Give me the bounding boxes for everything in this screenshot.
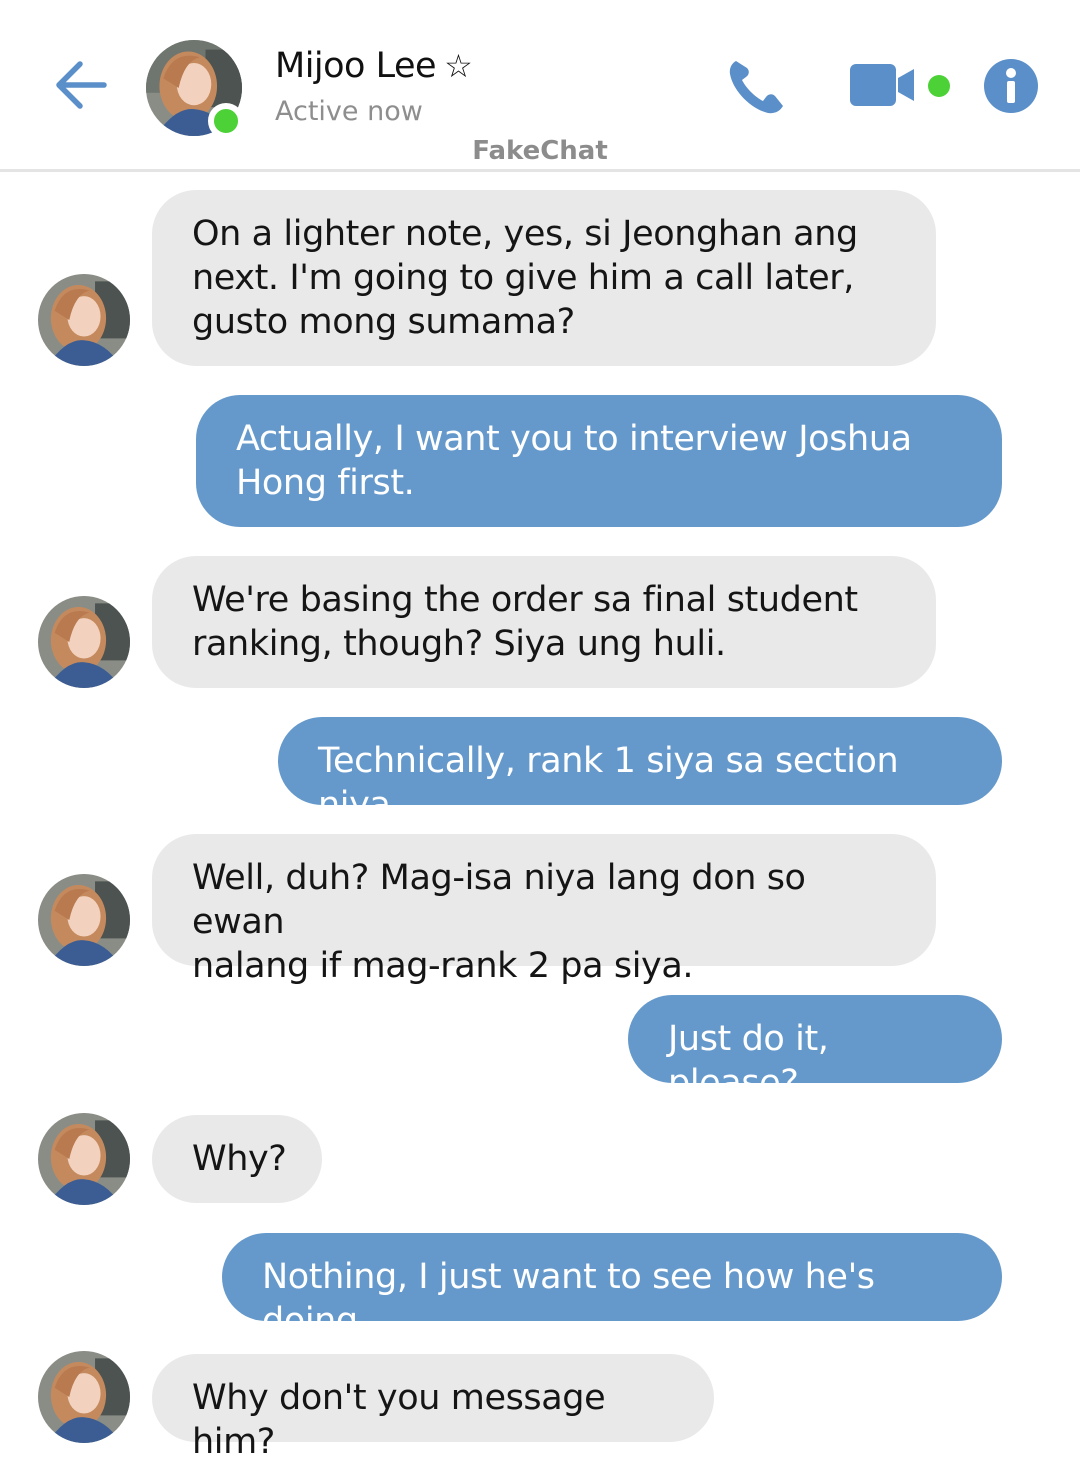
back-arrow-icon[interactable] [52,56,110,114]
info-icon[interactable] [982,57,1040,115]
sender-avatar[interactable] [38,1113,130,1205]
message-row: We're basing the order sa final student … [0,556,1080,688]
incoming-message[interactable]: Why don't you message him? [152,1354,714,1457]
contact-avatar[interactable] [146,40,244,139]
contact-name[interactable]: Mijoo Lee ☆ [275,46,473,86]
message-row: Actually, I want you to interview Joshua… [0,395,1080,527]
message-row: Nothing, I just want to see how he's doi… [0,1233,1080,1341]
message-row: Why don't you message him? [0,1351,1080,1457]
star-icon[interactable]: ☆ [444,47,473,85]
online-status-dot [208,103,244,139]
sender-avatar[interactable] [38,1351,130,1443]
outgoing-message[interactable]: Actually, I want you to interview Joshua… [196,395,1002,527]
phone-icon[interactable] [726,55,788,117]
message-row: Why? [0,1113,1080,1205]
video-active-dot [928,75,950,97]
incoming-message[interactable]: We're basing the order sa final student … [152,556,936,688]
chat-screen: Mijoo Lee ☆ Active now FakeChat On a lig… [0,0,1080,1457]
incoming-message[interactable]: Why? [152,1115,322,1203]
sender-avatar[interactable] [38,274,130,366]
contact-name-text: Mijoo Lee [275,46,437,86]
sender-avatar[interactable] [38,874,130,966]
outgoing-message[interactable]: Technically, rank 1 siya sa section niya… [278,717,1002,825]
sender-avatar[interactable] [38,596,130,688]
incoming-message[interactable]: Well, duh? Mag-isa niya lang don so ewan… [152,834,936,986]
message-thread[interactable]: On a lighter note, yes, si Jeonghan ang … [0,175,1080,1457]
message-row: Well, duh? Mag-isa niya lang don so ewan… [0,834,1080,986]
incoming-message[interactable]: On a lighter note, yes, si Jeonghan ang … [152,190,936,366]
message-row: Technically, rank 1 siya sa section niya… [0,717,1080,825]
outgoing-message[interactable]: Nothing, I just want to see how he's doi… [222,1233,1002,1341]
video-camera-icon[interactable] [848,62,918,108]
chat-header: Mijoo Lee ☆ Active now FakeChat [0,0,1080,172]
outgoing-message[interactable]: Just do it, please? [628,995,1002,1103]
active-status: Active now [275,96,423,127]
message-row: On a lighter note, yes, si Jeonghan ang … [0,190,1080,366]
watermark-label: FakeChat [472,136,608,166]
message-row: Just do it, please? [0,995,1080,1103]
